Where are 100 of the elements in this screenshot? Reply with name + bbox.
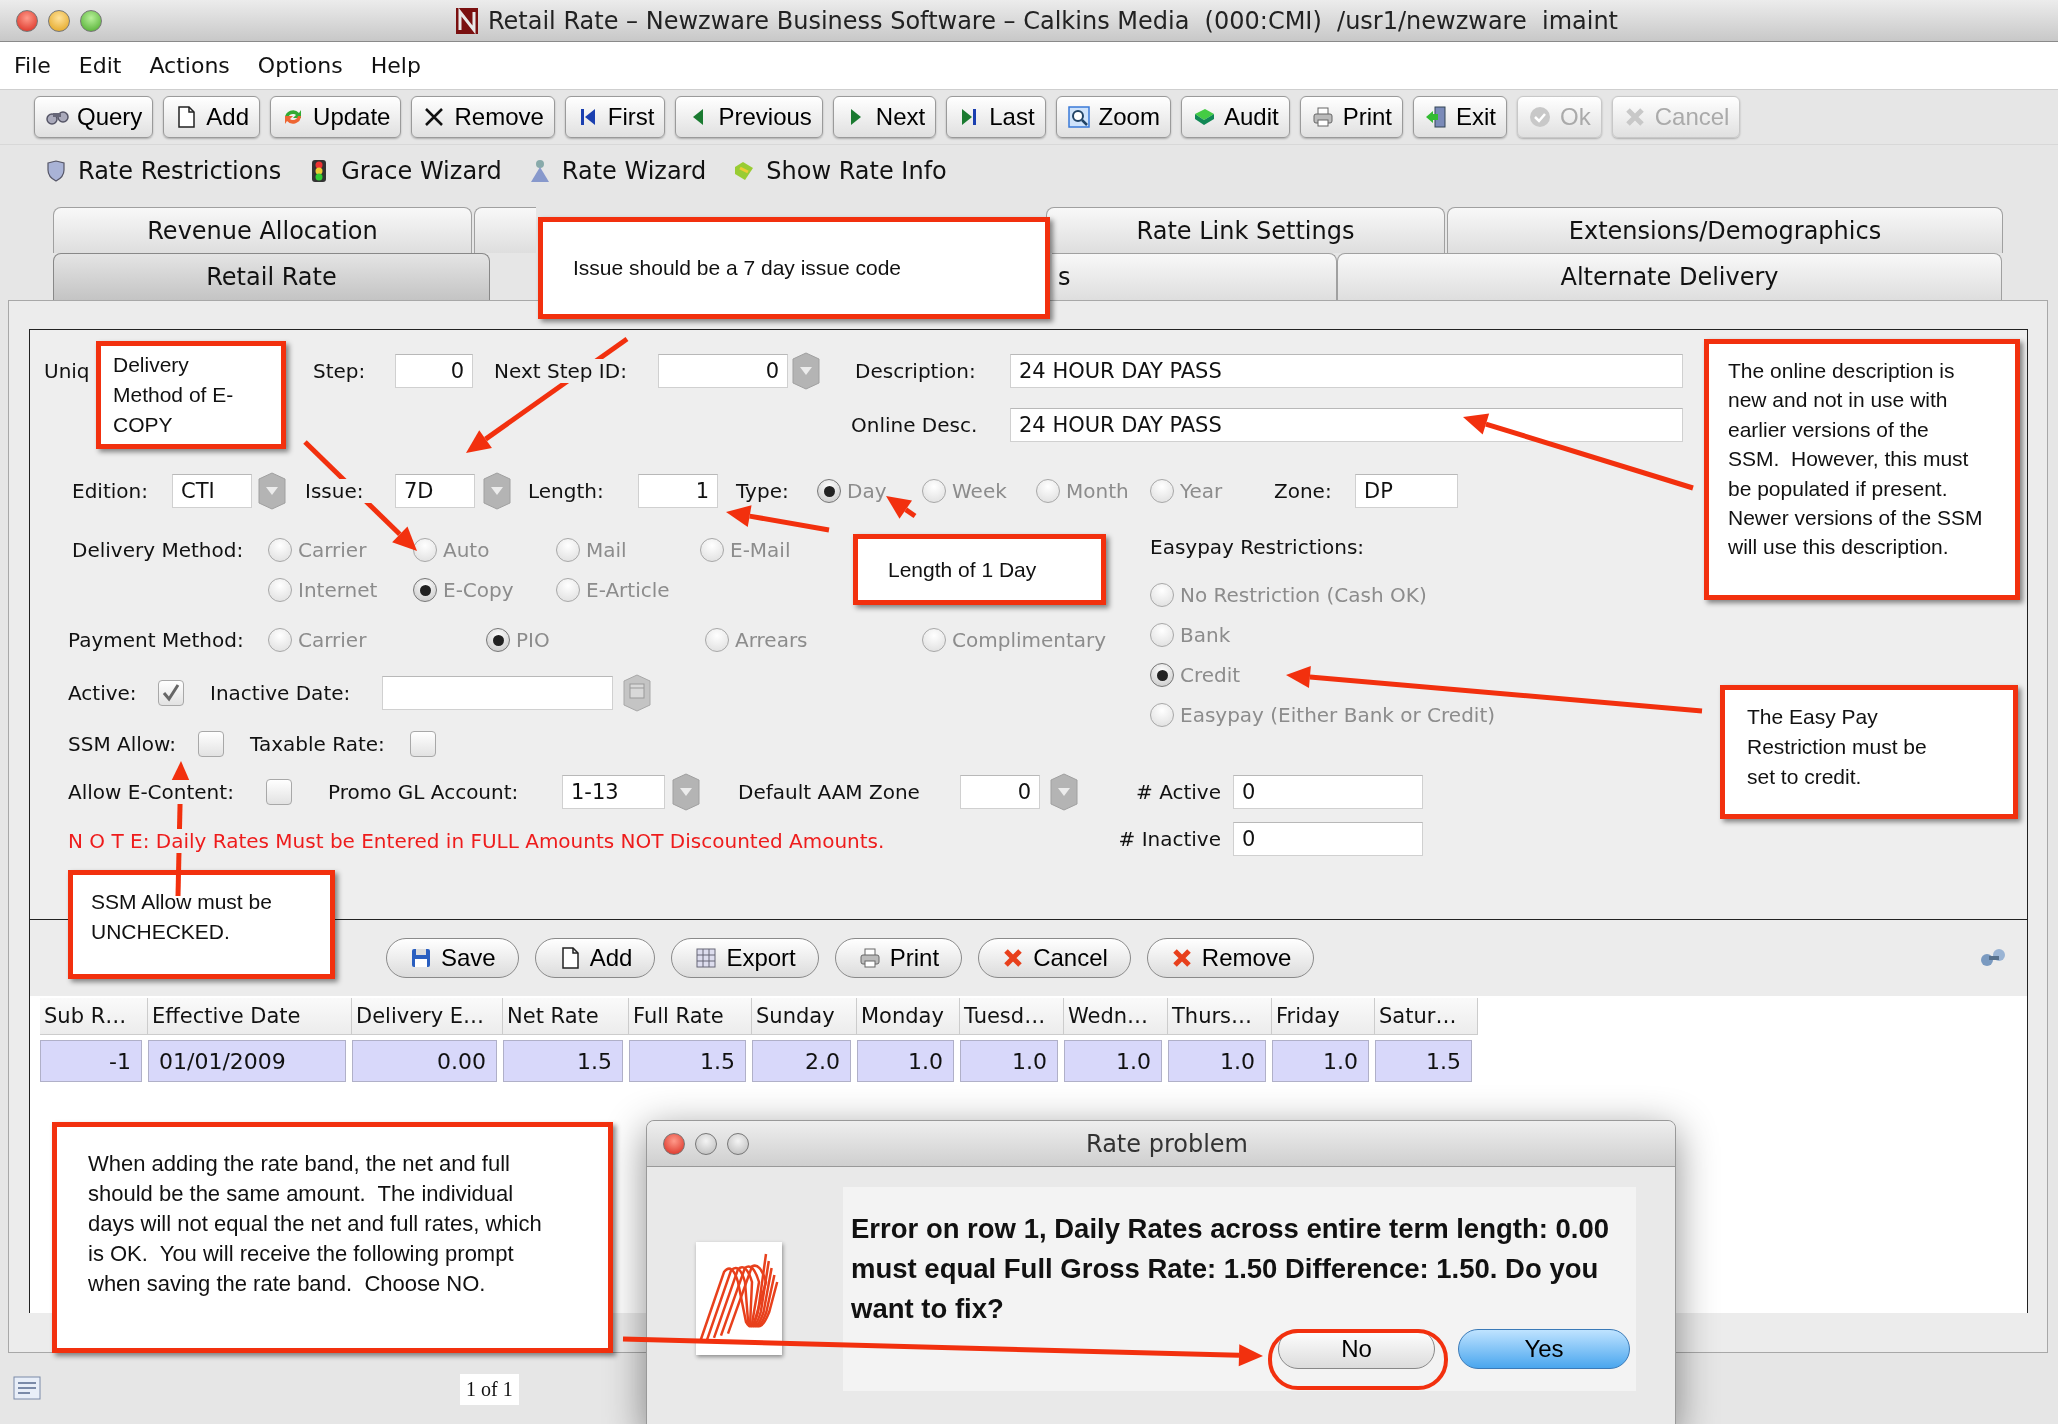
tab[interactable]: Extensions/Demographics xyxy=(1447,207,2003,253)
text-field[interactable]: CTI xyxy=(172,474,252,508)
field-label: # Inactive xyxy=(1117,827,1221,851)
dialog-button[interactable]: Yes xyxy=(1458,1329,1630,1369)
toolbar-button[interactable]: Print xyxy=(1299,96,1403,138)
action-button[interactable]: Cancel xyxy=(978,938,1131,978)
logo-icon xyxy=(696,1242,782,1355)
toolbar-button[interactable]: Show Rate Info xyxy=(732,157,947,185)
text-field[interactable]: 1 xyxy=(638,474,718,508)
column-header[interactable]: Friday xyxy=(1272,998,1375,1035)
text-field[interactable]: 1-13 xyxy=(562,775,665,809)
field-label: Promo GL Account: xyxy=(328,780,520,804)
tab[interactable] xyxy=(474,207,536,253)
text-field[interactable] xyxy=(382,676,613,710)
column-header[interactable]: Satur… xyxy=(1375,998,1478,1035)
field-label: Length: xyxy=(528,479,605,503)
printer-icon xyxy=(857,946,882,970)
callout-note: Delivery Method of E-COPY xyxy=(96,341,286,449)
text-field[interactable]: 0 xyxy=(658,354,788,388)
toolbar-button[interactable]: First xyxy=(564,96,666,138)
text-field[interactable]: 7D xyxy=(395,474,475,508)
action-button[interactable]: Save xyxy=(386,938,519,978)
tab[interactable]: Revenue Allocation xyxy=(53,207,472,253)
field-label: Zone: xyxy=(1274,479,1333,503)
text-field[interactable]: 24 HOUR DAY PASS xyxy=(1010,354,1683,388)
callout-note: The Easy Pay Restriction must be set to credit. xyxy=(1720,685,2018,819)
column-header[interactable]: Wedn… xyxy=(1064,998,1168,1035)
toolbar-button[interactable]: Rate Wizard xyxy=(527,157,707,185)
callout-note: Length of 1 Day xyxy=(853,534,1106,605)
toolbar-button[interactable]: Update xyxy=(270,96,402,138)
toolbar-button[interactable]: Previous xyxy=(675,96,823,138)
calendar-button[interactable] xyxy=(622,674,652,712)
action-button[interactable]: Add xyxy=(534,938,656,978)
table-cell: -1 xyxy=(40,1040,142,1082)
text-field[interactable]: 24 HOUR DAY PASS xyxy=(1010,408,1683,442)
column-header[interactable]: Sunday xyxy=(752,998,857,1035)
text-field[interactable]: 0 xyxy=(1233,822,1423,856)
text-field[interactable]: 0 xyxy=(395,354,473,388)
dropdown-button[interactable] xyxy=(258,472,286,510)
text-field[interactable]: 0 xyxy=(960,775,1040,809)
callout-note: When adding the rate band, the net and full should be the same amount. The individual days will not equal the net and full rates, which is OK. You will receive the following prompt when saving the rate band. Choose NO. xyxy=(52,1122,613,1353)
close-button[interactable] xyxy=(16,9,38,32)
toolbar-button[interactable]: Last xyxy=(946,96,1046,138)
menu-item[interactable]: Options xyxy=(245,53,359,78)
dialog-message: Error on row 1, Daily Rates across entire term length: 0.00 must equal Full Gross Rate: 1.50 Difference: 1.50. Do you want to fix? xyxy=(851,1212,1611,1326)
column-header[interactable]: Monday xyxy=(857,998,960,1035)
tab[interactable]: Alternate Delivery xyxy=(1337,253,2002,300)
dropdown-button[interactable] xyxy=(792,352,820,390)
column-header[interactable]: Thurs… xyxy=(1168,998,1272,1035)
tab[interactable]: s xyxy=(1052,253,1337,300)
minimize-button[interactable] xyxy=(695,1132,717,1155)
toolbar-button[interactable]: Zoom xyxy=(1055,96,1171,138)
table-cell: 1.5 xyxy=(629,1040,746,1082)
dropdown-button[interactable] xyxy=(1050,773,1078,811)
checkbox[interactable] xyxy=(158,680,184,706)
column-header[interactable]: Full Rate xyxy=(629,998,752,1035)
close-button[interactable] xyxy=(663,1132,685,1155)
shield-icon xyxy=(44,159,68,183)
field-label: SSM Allow: xyxy=(68,732,178,756)
tab[interactable]: Rate Link Settings xyxy=(1046,207,1445,253)
toolbar-button[interactable]: Add xyxy=(163,96,261,138)
field-label: Easypay Restrictions: xyxy=(1150,535,1365,559)
field-label: Inactive Date: xyxy=(210,681,352,705)
callout-note: The online description is new and not in use with earlier versions of the SSM. However, this must be populated if present. Newer versions of the SSM will use this description. xyxy=(1704,339,2020,600)
menu-item[interactable]: File xyxy=(2,53,67,78)
zoom-button[interactable] xyxy=(727,1132,749,1155)
field-label: Edition: xyxy=(72,479,149,503)
minimize-button[interactable] xyxy=(48,9,70,32)
table-cell: 2.0 xyxy=(752,1040,851,1082)
toolbar-button[interactable]: Audit xyxy=(1180,96,1290,138)
toolbar-button[interactable]: Rate Restrictions xyxy=(44,157,282,185)
action-button[interactable]: Export xyxy=(671,938,819,978)
toolbar-button[interactable]: Next xyxy=(832,96,937,138)
text-field[interactable]: DP xyxy=(1355,474,1458,508)
app-icon xyxy=(455,7,478,34)
toolbar-button[interactable]: Remove xyxy=(411,96,555,138)
table-cell: 1.5 xyxy=(1375,1040,1472,1082)
column-header[interactable]: Net Rate xyxy=(503,998,629,1035)
action-button[interactable]: Remove xyxy=(1146,938,1315,978)
text-field[interactable]: 0 xyxy=(1233,775,1423,809)
checkbox[interactable] xyxy=(198,731,224,757)
column-header[interactable]: Effective Date xyxy=(148,998,352,1035)
action-button[interactable]: Print xyxy=(834,938,963,978)
toolbar-button[interactable]: Query xyxy=(34,96,154,138)
toolbar-button[interactable]: Grace Wizard xyxy=(307,157,502,185)
dropdown-button[interactable] xyxy=(483,472,511,510)
menu-item[interactable]: Actions xyxy=(137,53,246,78)
checkbox[interactable] xyxy=(266,779,292,805)
dropdown-button[interactable] xyxy=(672,773,700,811)
toolbar-button[interactable]: Exit xyxy=(1413,96,1508,138)
checkbox[interactable] xyxy=(410,731,436,757)
magnifier-icon xyxy=(1066,105,1091,129)
page-counter: 1 of 1 xyxy=(460,1373,519,1405)
menu-item[interactable]: Edit xyxy=(66,53,138,78)
zoom-button[interactable] xyxy=(80,9,102,32)
column-header[interactable]: Tuesd… xyxy=(960,998,1064,1035)
tab[interactable]: Retail Rate xyxy=(53,253,490,300)
menu-item[interactable]: Help xyxy=(358,53,437,78)
column-header[interactable]: Sub R… xyxy=(40,998,148,1035)
column-header[interactable]: Delivery E… xyxy=(352,998,503,1035)
